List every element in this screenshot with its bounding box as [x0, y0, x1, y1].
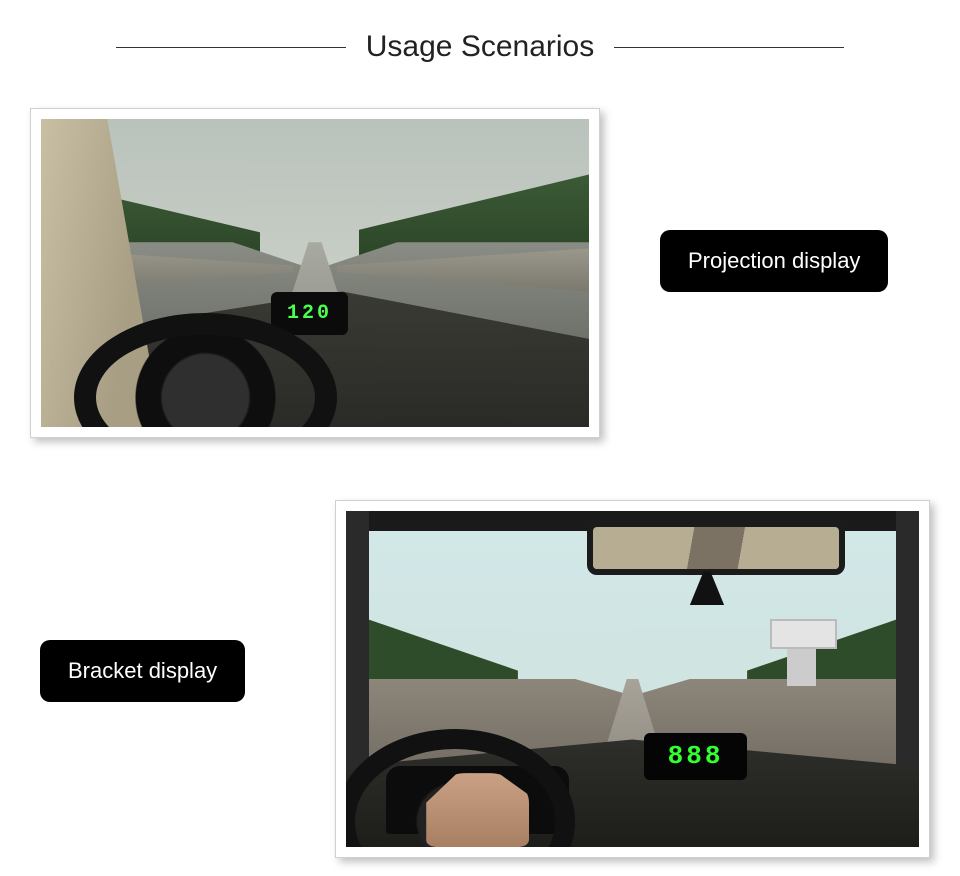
car-interior-photo: 120	[41, 119, 589, 427]
divider-left	[116, 47, 346, 48]
page-title: Usage Scenarios	[366, 30, 594, 64]
page-header: Usage Scenarios	[0, 0, 960, 84]
car-interior-photo: 888	[346, 511, 919, 847]
scenario-photo-projection: 120	[30, 108, 600, 438]
caption-bracket: Bracket display	[40, 640, 245, 702]
rearview-mirror-icon	[587, 521, 845, 575]
caption-projection: Projection display	[660, 230, 888, 292]
road-sign-icon	[787, 619, 816, 686]
hud-readout: 888	[644, 733, 747, 780]
scenario-photo-bracket: 888	[335, 500, 930, 858]
divider-right	[614, 47, 844, 48]
